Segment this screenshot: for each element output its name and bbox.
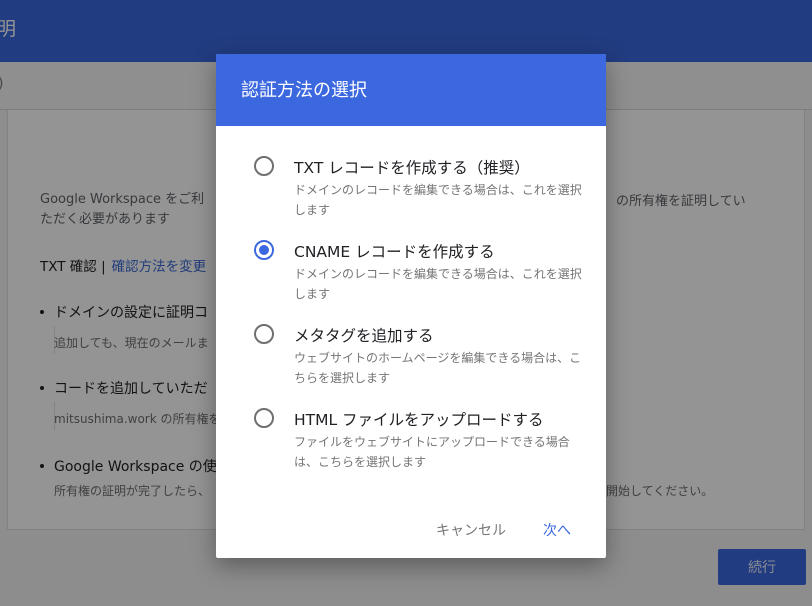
cancel-button[interactable]: キャンセル [436, 520, 506, 540]
dialog-actions: キャンセル 次へ [216, 520, 606, 544]
option-description: ウェブサイトのホームページを編集できる場合は、こちらを選択します [294, 351, 582, 385]
method-options: TXT レコードを作成する（推奨） ドメインのレコードを編集できる場合は、これを… [216, 154, 606, 490]
option-label: CNAME レコードを作成する [294, 243, 495, 261]
option-txt-record[interactable]: TXT レコードを作成する（推奨） ドメインのレコードを編集できる場合は、これを… [216, 154, 606, 238]
option-description: ファイルをウェブサイトにアップロードできる場合は、こちらを選択します [294, 435, 570, 469]
option-html-file[interactable]: HTML ファイルをアップロードする ファイルをウェブサイトにアップロードできる… [216, 406, 606, 490]
option-label: メタタグを追加する [294, 327, 434, 345]
dialog-header: 認証方法の選択 [216, 54, 606, 126]
option-label: TXT レコードを作成する（推奨） [294, 159, 530, 177]
option-description: ドメインのレコードを編集できる場合は、これを選択します [294, 183, 582, 217]
radio-button[interactable] [254, 324, 274, 344]
radio-button[interactable] [254, 156, 274, 176]
radio-button[interactable] [254, 408, 274, 428]
next-button[interactable]: 次へ [543, 520, 571, 540]
option-label: HTML ファイルをアップロードする [294, 411, 544, 429]
option-cname-record[interactable]: CNAME レコードを作成する ドメインのレコードを編集できる場合は、これを選択… [216, 238, 606, 322]
option-description: ドメインのレコードを編集できる場合は、これを選択します [294, 267, 582, 301]
dialog-title: 認証方法の選択 [241, 80, 367, 101]
app-page: 明 ) Google Workspace をご利 ただく必要があります の所有権… [0, 0, 812, 606]
verification-method-dialog: 認証方法の選択 TXT レコードを作成する（推奨） ドメインのレコードを編集でき… [216, 54, 606, 558]
radio-button[interactable] [254, 240, 274, 260]
option-meta-tag[interactable]: メタタグを追加する ウェブサイトのホームページを編集できる場合は、こちらを選択し… [216, 322, 606, 406]
